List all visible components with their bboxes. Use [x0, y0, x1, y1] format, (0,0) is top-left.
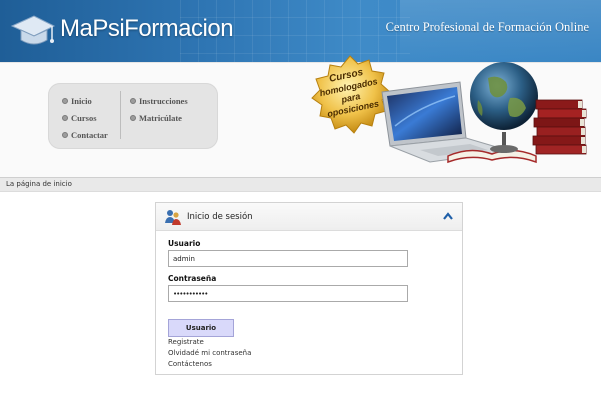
- menu-label: Cursos: [71, 113, 97, 123]
- menu-label: Inicio: [71, 96, 92, 106]
- menu-item-instrucciones[interactable]: Instrucciones: [130, 96, 188, 106]
- bullet-icon: [62, 115, 68, 121]
- login-header: Inicio de sesión: [156, 203, 462, 231]
- username-input[interactable]: [168, 250, 408, 267]
- password-label: Contraseña: [168, 274, 217, 283]
- graduation-cap-logo: [10, 15, 56, 45]
- menu-item-contactar[interactable]: Contactar: [62, 130, 108, 140]
- bullet-icon: [130, 98, 136, 104]
- menu-item-inicio[interactable]: Inicio: [62, 96, 92, 106]
- laptop-globe-books-illustration: [381, 62, 587, 164]
- password-input[interactable]: [168, 285, 408, 302]
- header-banner: MaPsiFormacion Centro Profesional de For…: [0, 0, 601, 62]
- menu-label: Matricúlate: [139, 113, 182, 123]
- menu-item-matriculate[interactable]: Matricúlate: [130, 113, 182, 123]
- main-menu: Inicio Cursos Contactar Instrucciones Ma…: [48, 83, 218, 149]
- menu-label: Contactar: [71, 130, 108, 140]
- bullet-icon: [62, 98, 68, 104]
- register-link[interactable]: Registrate: [168, 338, 204, 346]
- forgot-password-link[interactable]: Olvidadé mi contraseña: [168, 349, 251, 357]
- menu-label: Instrucciones: [139, 96, 188, 106]
- login-block: Inicio de sesión Usuario Contraseña Usua…: [155, 202, 463, 375]
- breadcrumb-text: La página de inicio: [6, 180, 72, 188]
- login-title: Inicio de sesión: [187, 212, 253, 222]
- menu-separator: [120, 91, 121, 139]
- chevron-up-icon[interactable]: [442, 211, 454, 221]
- users-icon: [165, 210, 181, 225]
- username-label: Usuario: [168, 239, 201, 248]
- menu-item-cursos[interactable]: Cursos: [62, 113, 97, 123]
- contact-link[interactable]: Contáctenos: [168, 360, 212, 368]
- bullet-icon: [62, 132, 68, 138]
- site-tagline: Centro Profesional de Formación Online: [385, 20, 589, 34]
- breadcrumb: La página de inicio: [0, 177, 601, 192]
- site-brand[interactable]: MaPsiFormacion: [60, 15, 234, 43]
- bullet-icon: [130, 115, 136, 121]
- login-submit-button[interactable]: Usuario: [168, 319, 234, 337]
